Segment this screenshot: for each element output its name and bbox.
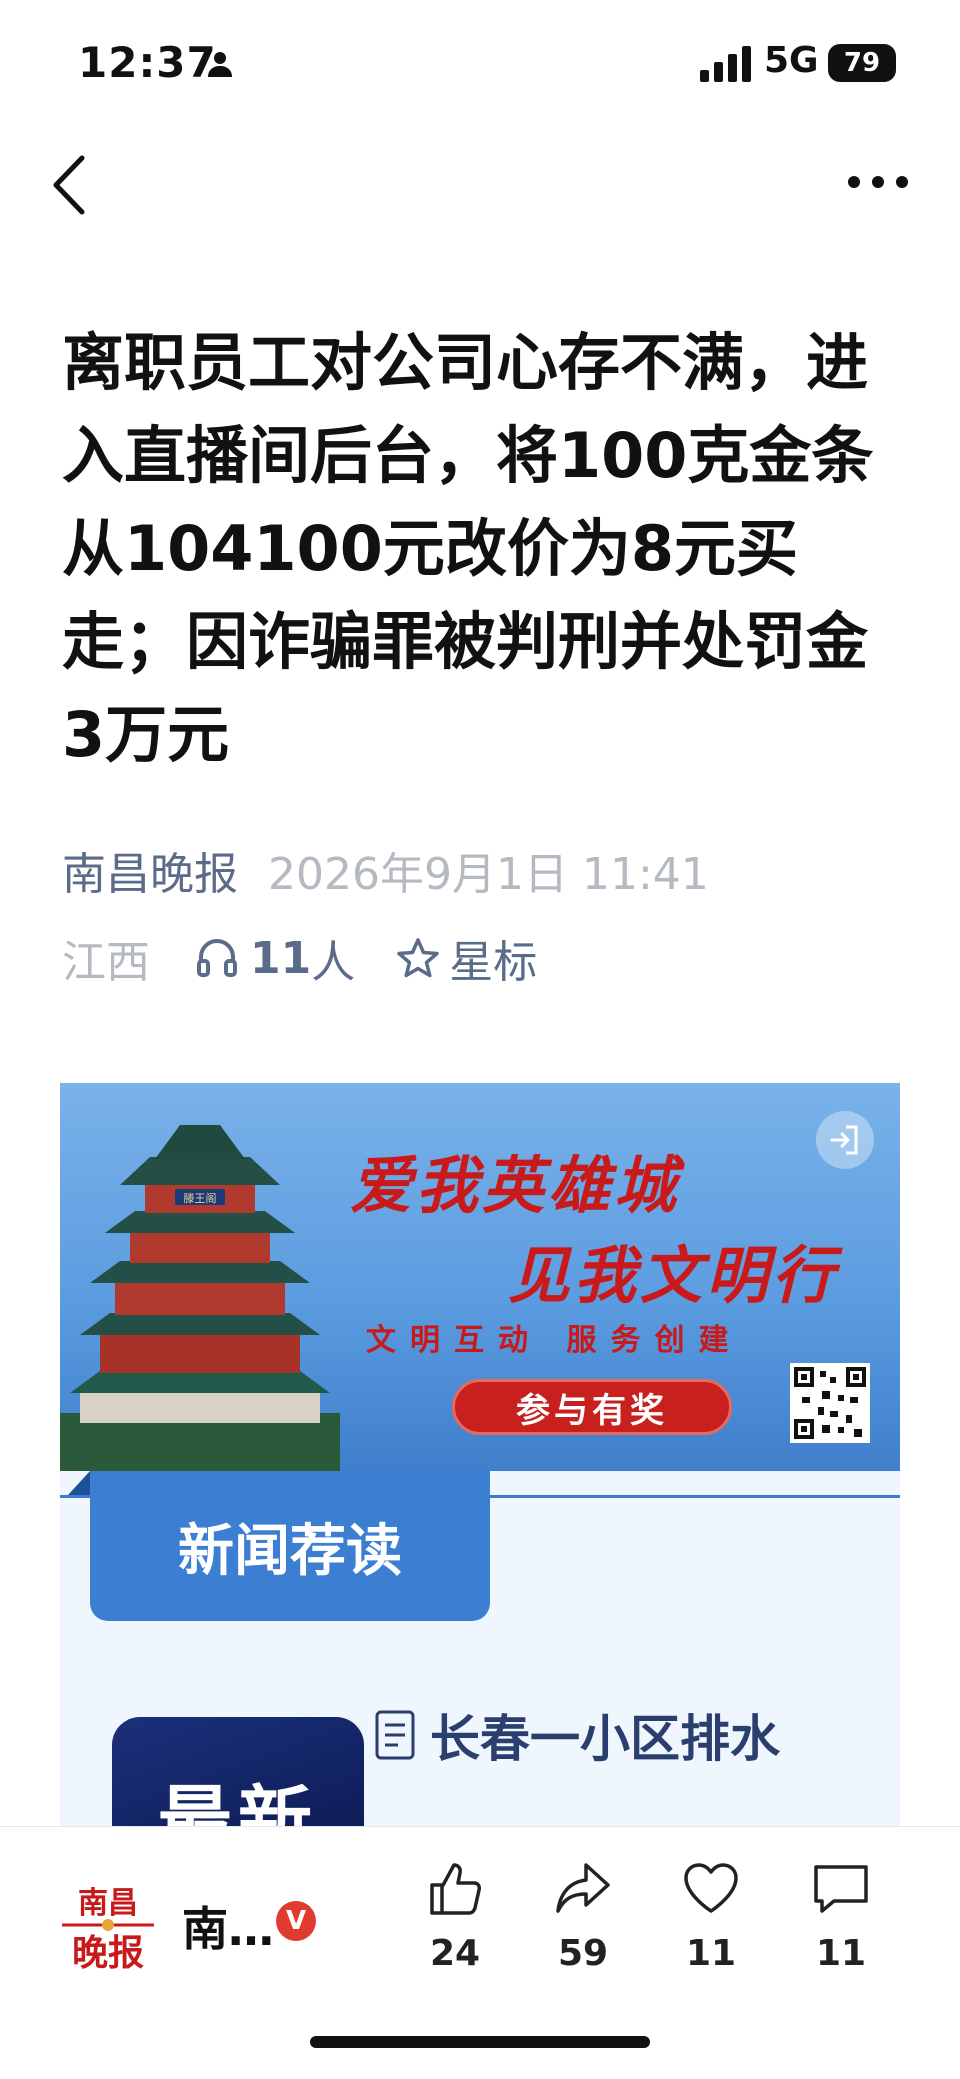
more-options-icon[interactable] [844,164,912,200]
back-arrow-icon[interactable] [44,150,94,220]
news-recommend-section: 新闻荐读 最新 长春一小区排水 [60,1471,900,1831]
recommend-tab[interactable]: 新闻荐读 [68,1471,490,1621]
status-bar: 12:37 5G 79 [0,0,960,130]
article-date: 2026年9月1日 11:41 [268,849,709,900]
share-count: 59 [557,1933,609,1974]
listener-count: 11 [250,932,312,984]
comment-count: 11 [815,1933,867,1974]
exit-icon [830,1125,858,1155]
promo-banner[interactable]: 滕王阁 爱我英雄城 见我文明行 文明互动 服务创建 参与有奖 [60,1083,900,1471]
qr-code-icon [790,1363,870,1443]
like-button[interactable]: 24 [400,1857,510,1974]
battery-indicator: 79 [828,44,896,82]
share-icon [556,1863,610,1913]
banner-slogan-2: 见我文明行 [508,1239,839,1312]
participate-button[interactable]: 参与有奖 [452,1379,732,1435]
comment-button[interactable]: 11 [786,1857,896,1974]
recommend-item-title: 长春一小区排水 [430,1710,780,1768]
banner-close-button[interactable] [816,1111,874,1169]
share-button[interactable]: 59 [528,1857,638,1974]
signal-icon [700,46,751,82]
verified-badge: V [276,1901,316,1941]
recommend-thumbnail[interactable]: 最新 [112,1717,364,1831]
listen-button[interactable]: 11 人 [194,926,355,990]
logo-text-top: 南昌 [78,1886,138,1921]
banner-slogan-3: 文明互动 服务创建 [366,1323,743,1358]
like-count: 24 [429,1933,481,1974]
home-indicator[interactable] [310,2036,650,2048]
article-region: 江西 [62,937,150,988]
favorite-count: 11 [685,1933,737,1974]
document-icon [375,1710,415,1760]
pavilion-image: 滕王阁 [60,1125,340,1471]
network-type: 5G [764,40,819,81]
article-meta-secondary: 江西 11 人 星标 [62,930,537,989]
article-headline: 离职员工对公司心存不满，进入直播间后台，将100克金条从104100元改价为8元… [62,326,874,771]
star-icon [397,938,439,978]
pavilion-plaque: 滕王阁 [184,1191,217,1205]
favorite-button[interactable]: 11 [656,1857,766,1974]
thumbs-up-icon [430,1863,481,1915]
person-icon [208,52,232,77]
status-time: 12:37 [78,38,217,87]
headphones-icon [197,939,237,977]
banner-slogan-1: 爱我英雄城 [350,1149,681,1222]
logo-text-bottom: 晚报 [72,1932,144,1974]
listener-unit: 人 [311,937,356,988]
star-label: 星标 [449,937,538,988]
source-name[interactable]: 南… [182,1893,274,1959]
article-source[interactable]: 南昌晚报 [62,849,238,900]
nanchang-evening-news-logo: 南昌 晚报 [62,1886,154,1974]
article-meta: 南昌晚报 2026年9月1日 11:41 [62,838,709,902]
recommend-item[interactable]: 长春一小区排水 [374,1699,780,1771]
star-button[interactable]: 星标 [395,926,537,990]
source-logo[interactable]: 南昌 晚报 [58,1877,158,1977]
heart-icon [684,1863,738,1913]
comment-icon [814,1865,868,1913]
